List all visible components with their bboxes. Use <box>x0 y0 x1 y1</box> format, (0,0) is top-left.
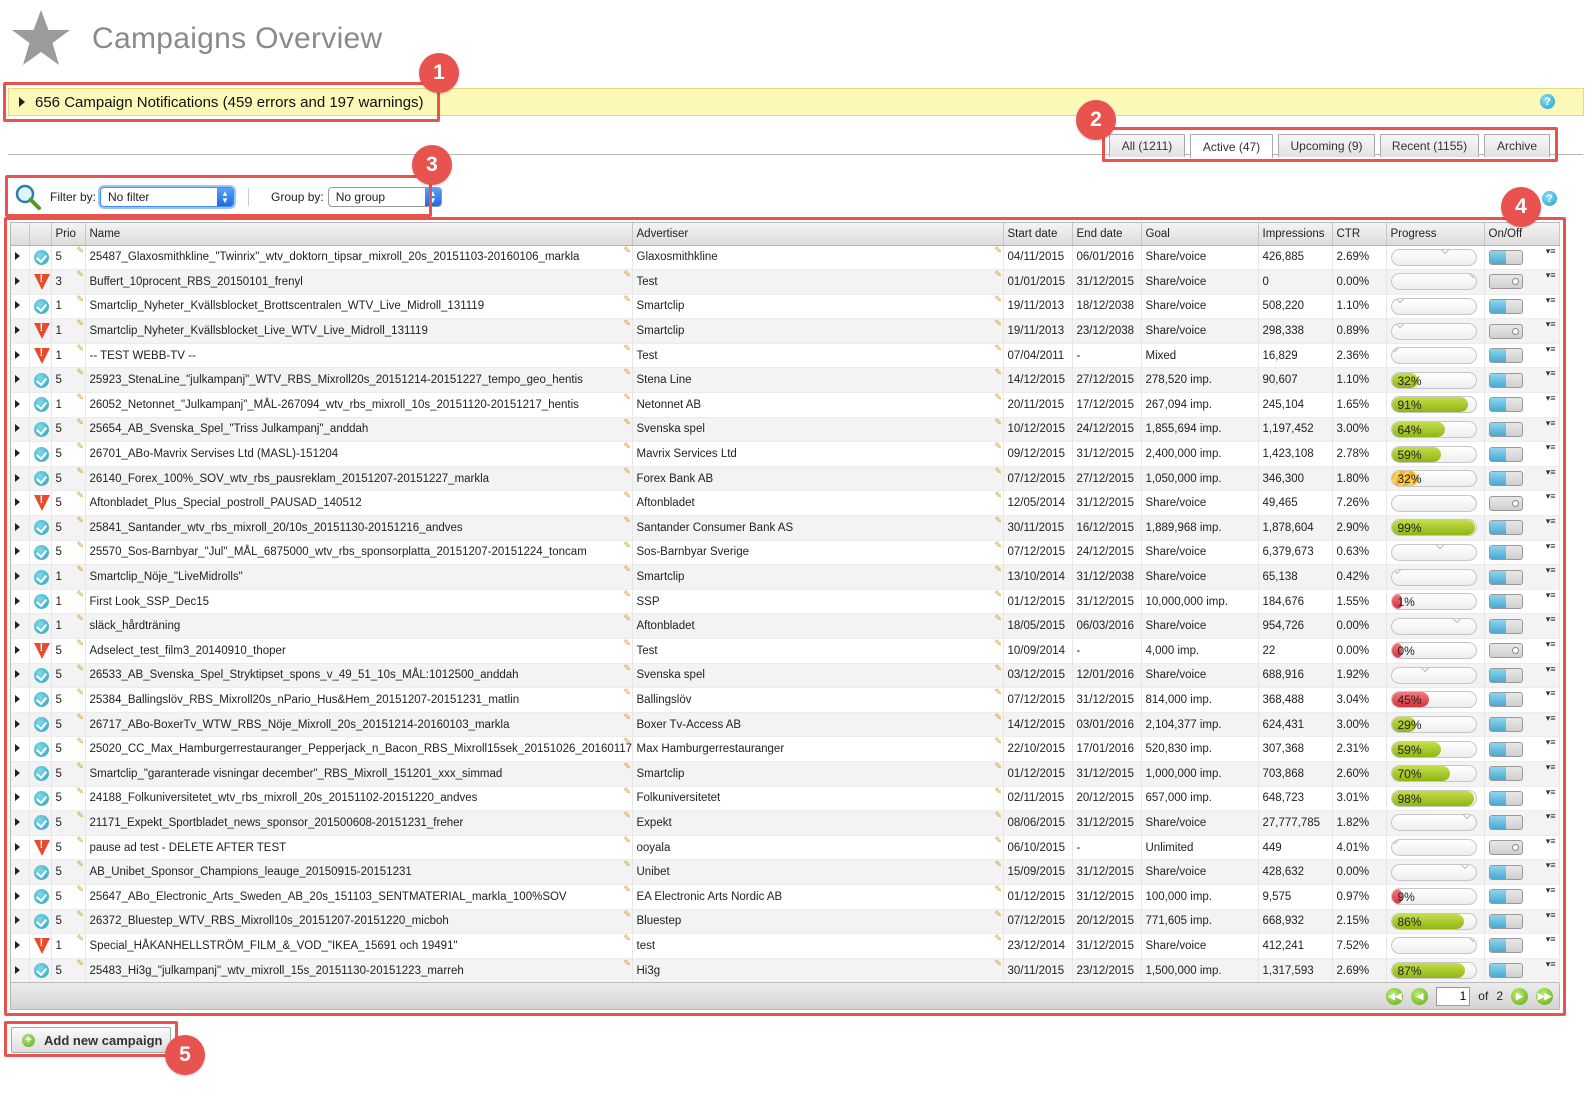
callout-badge-4: 4 <box>1501 187 1541 227</box>
callout-box-4 <box>4 217 1566 1016</box>
callout-box-1 <box>3 82 440 122</box>
callout-badge-5: 5 <box>165 1035 205 1075</box>
campaigns-page: Campaigns Overview 656 Campaign Notifica… <box>0 0 1594 1096</box>
callout-box-3 <box>5 175 432 217</box>
callout-box-2 <box>1102 127 1558 162</box>
page-title: Campaigns Overview <box>92 22 383 55</box>
help-icon[interactable]: ? <box>1540 94 1555 109</box>
callout-badge-1: 1 <box>419 53 459 93</box>
callout-box-5 <box>4 1021 178 1057</box>
star-icon[interactable] <box>10 8 72 70</box>
callout-badge-2: 2 <box>1076 100 1116 140</box>
callout-badge-3: 3 <box>412 145 452 185</box>
help-icon[interactable]: ? <box>1542 191 1557 206</box>
title-row: Campaigns Overview <box>10 8 383 70</box>
